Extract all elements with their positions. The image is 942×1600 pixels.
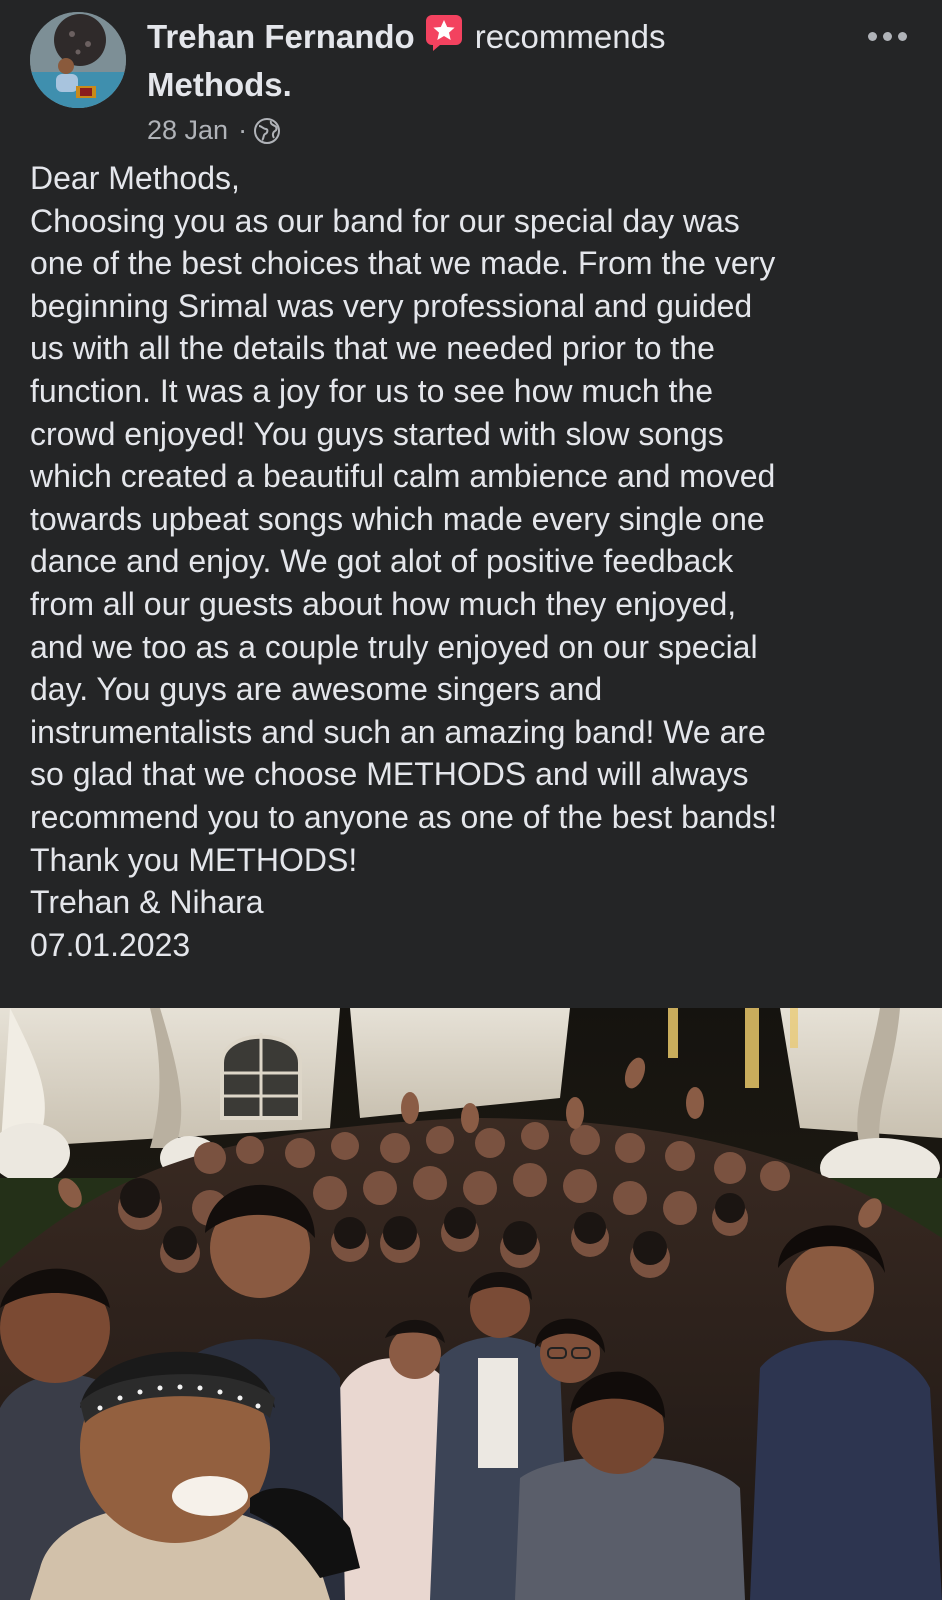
avatar[interactable] [30,12,126,108]
meta-separator: · [238,115,248,145]
post-body-text: Dear Methods, Choosing you as our band fo… [30,157,920,966]
post-text-line: and we too as a couple truly enjoyed on … [30,628,758,665]
post-photo[interactable] [0,1008,942,1600]
group-selfie-photo [0,1008,942,1600]
recommended-page-name[interactable]: Methods. [147,62,292,108]
post-date[interactable]: 28 Jan [147,115,228,145]
post-text-line: Choosing you as our band for our special… [30,202,740,239]
post-text-line: crowd enjoyed! You guys started with slo… [30,415,724,452]
post-text-line: recommend you to anyone as one of the be… [30,798,778,835]
post-text-line: day. You guys are awesome singers and [30,671,603,708]
recommend-star-icon [425,14,463,64]
post-text-line: Thank you METHODS! [30,841,358,878]
more-options-icon[interactable] [868,20,912,52]
post-text-line: Trehan & Nihara [30,884,264,921]
post-text-line: which created a beautiful calm ambience … [30,458,776,495]
post-text-line: function. It was a joy for us to see how… [30,372,714,409]
post-text-line: Dear Methods, [30,160,240,196]
post-text-line: instrumentalists and such an amazing ban… [30,713,766,750]
post-header: Trehan Fernando recommends Methods. 28 Ja… [0,0,942,160]
post-meta: 28 Jan · [147,112,281,154]
post-text-line: beginning Srimal was very professional a… [30,287,753,324]
post-text-line: us with all the details that we needed p… [30,330,715,367]
post-text-line: towards upbeat songs which made every si… [30,500,765,537]
globe-icon[interactable] [253,117,281,154]
post-text-line: dance and enjoy. We got alot of positive… [30,543,734,580]
post-card: Trehan Fernando recommends Methods. 28 Ja… [0,0,942,1600]
post-text-line: so glad that we choose METHODS and will … [30,756,749,793]
post-text-line: 07.01.2023 [30,926,191,963]
post-text-line: one of the best choices that we made. Fr… [30,245,776,282]
post-text-line: from all our guests about how much they … [30,585,737,622]
author-name[interactable]: Trehan Fernando [147,18,415,55]
avatar-image [30,12,126,108]
action-text: recommends [474,18,666,55]
post-title-line: Trehan Fernando recommends [147,14,847,64]
